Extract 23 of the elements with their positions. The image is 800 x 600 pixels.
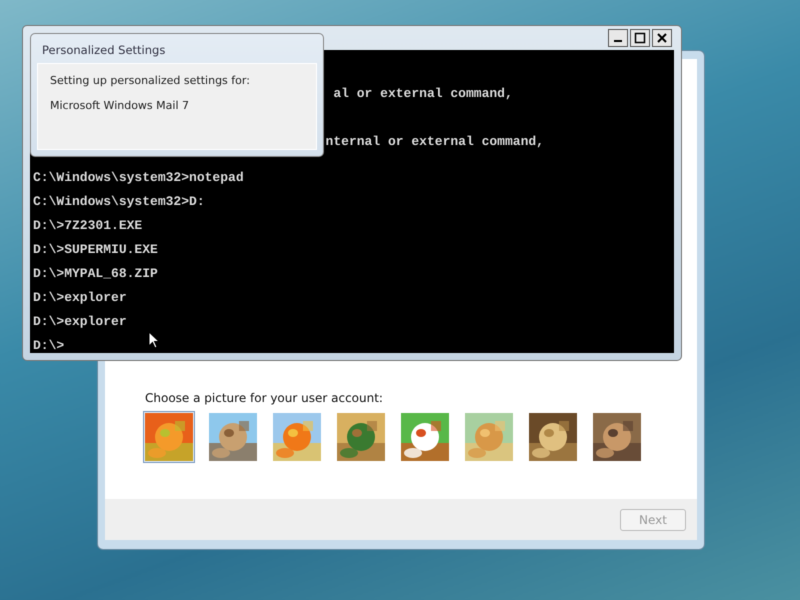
popup-title: Personalized Settings xyxy=(41,43,166,57)
picture-option[interactable] xyxy=(207,411,259,463)
popup-message: Setting up personalized settings for: xyxy=(50,74,251,87)
picture-option[interactable] xyxy=(591,411,643,463)
console-line: nternal or external command, xyxy=(326,136,544,148)
picture-option[interactable] xyxy=(335,411,387,463)
console-line: D:\>SUPERMIU.EXE xyxy=(33,244,158,256)
console-line: D:\>explorer xyxy=(33,316,127,328)
console-line: D:\> xyxy=(33,340,64,352)
console-line: D:\>7Z2301.EXE xyxy=(33,220,142,232)
minimize-icon[interactable] xyxy=(608,29,628,47)
picture-option[interactable] xyxy=(399,411,451,463)
console-line: D:\>MYPAL_68.ZIP xyxy=(33,268,158,280)
mouse-pointer-icon xyxy=(148,331,160,349)
maximize-icon[interactable] xyxy=(630,29,650,47)
console-line: al or external command, xyxy=(333,88,513,100)
console-line: D:\>explorer xyxy=(33,292,127,304)
close-icon[interactable] xyxy=(652,29,672,47)
popup-item: Microsoft Windows Mail 7 xyxy=(50,99,190,112)
prompt-text: Choose a picture for your user account: xyxy=(145,391,384,405)
console-line: C:\Windows\system32>D: xyxy=(33,196,205,208)
console-line: C:\Windows\system32>notepad xyxy=(33,172,244,184)
picture-option[interactable] xyxy=(527,411,579,463)
